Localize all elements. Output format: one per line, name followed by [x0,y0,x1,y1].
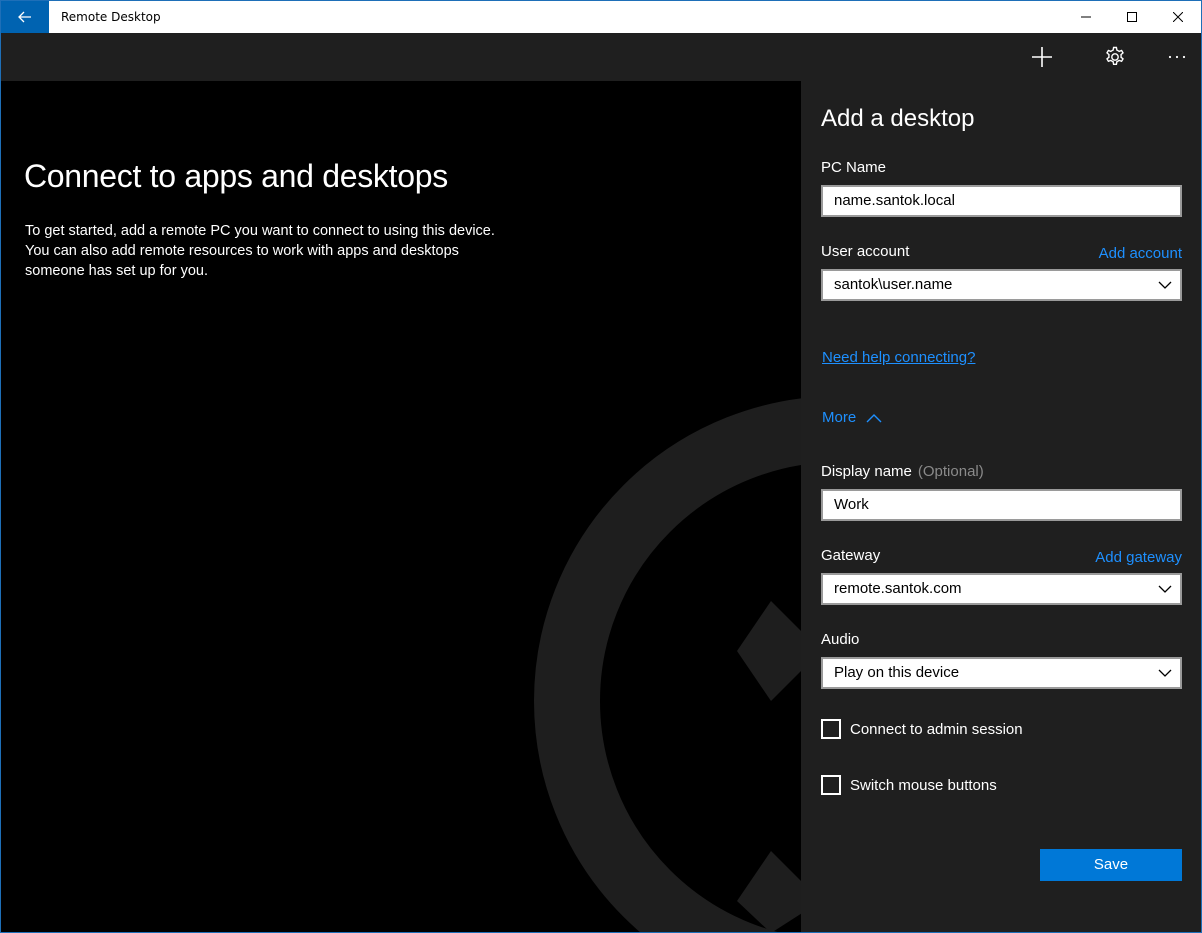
panel-title: Add a desktop [821,105,975,132]
pc-name-input[interactable]: name.santok.local [821,185,1182,217]
remote-desktop-logo-watermark [534,398,801,932]
display-name-label-text: Display name [821,463,912,480]
intro-line: someone has set up for you. [25,263,208,279]
main-content: Connect to apps and desktops To get star… [1,81,801,932]
intro-text: To get started, add a remote PC you want… [25,221,525,281]
close-icon [1173,12,1183,22]
window-title: Remote Desktop [61,10,161,24]
admin-session-option[interactable]: Connect to admin session [821,719,1023,739]
admin-session-checkbox[interactable] [821,719,841,739]
switch-mouse-checkbox[interactable] [821,775,841,795]
save-button[interactable]: Save [1040,849,1182,881]
add-desktop-panel: Add a desktop PC Name name.santok.local … [801,81,1201,932]
app-bar [1,33,1201,81]
intro-line: To get started, add a remote PC you want… [25,223,495,239]
ellipsis-icon [1168,55,1186,59]
user-account-value: santok\user.name [834,276,953,293]
maximize-icon [1127,12,1137,22]
chevron-up-icon [866,413,882,422]
chevron-down-icon [1158,669,1172,677]
intro-line: You can also add remote resources to wor… [25,243,459,259]
switch-mouse-label: Switch mouse buttons [850,776,997,794]
help-connecting-link[interactable]: Need help connecting? [822,349,975,366]
app-window: Remote Desktop Connect to apps and deskt… [0,0,1202,933]
pc-name-label: PC Name [821,159,887,176]
back-button[interactable] [1,1,49,33]
page-title: Connect to apps and desktops [24,158,448,194]
add-gateway-link[interactable]: Add gateway [1095,549,1182,566]
more-label: More [822,409,857,426]
switch-mouse-option[interactable]: Switch mouse buttons [821,775,997,795]
add-account-link[interactable]: Add account [1099,245,1182,262]
close-button[interactable] [1155,1,1201,33]
audio-value: Play on this device [834,664,960,681]
display-name-label: Display name (Optional) [821,463,984,480]
plus-icon [1032,47,1052,67]
add-button[interactable] [1018,33,1066,81]
display-name-input[interactable]: Work [821,489,1182,521]
chevron-down-icon [1158,585,1172,593]
minimize-button[interactable] [1063,1,1109,33]
audio-label: Audio [821,631,860,648]
title-bar: Remote Desktop [1,1,1201,33]
maximize-button[interactable] [1109,1,1155,33]
optional-hint: (Optional) [917,463,984,480]
user-account-label: User account [821,243,910,260]
arrow-left-icon [18,11,31,23]
more-options-button[interactable] [1153,33,1201,81]
more-toggle[interactable]: More [822,409,882,426]
gateway-value: remote.santok.com [834,580,962,597]
gear-icon [1106,46,1124,65]
admin-session-label: Connect to admin session [850,720,1023,738]
gateway-label: Gateway [821,547,881,564]
audio-select[interactable]: Play on this device [821,657,1182,689]
chevron-down-icon [1158,281,1172,289]
gateway-select[interactable]: remote.santok.com [821,573,1182,605]
settings-button[interactable] [1091,33,1139,81]
minimize-icon [1081,16,1091,18]
user-account-select[interactable]: santok\user.name [821,269,1182,301]
